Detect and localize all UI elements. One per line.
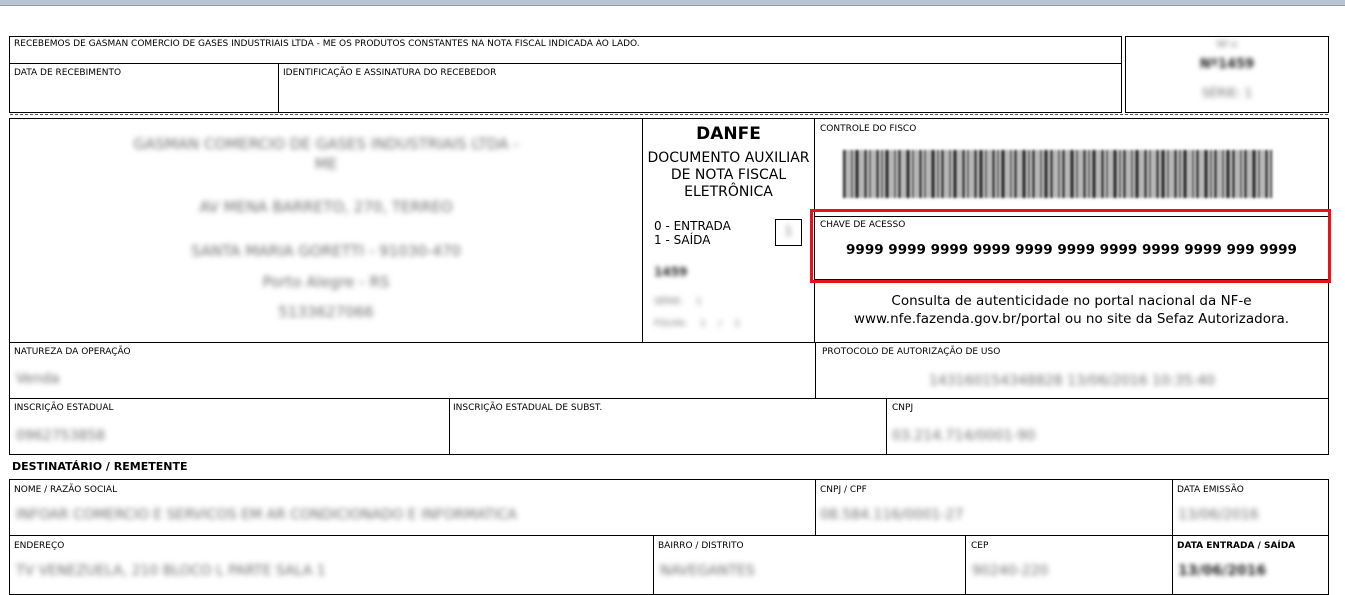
danfe-subtitle-line2: DE NOTA FISCAL — [670, 167, 787, 183]
emitter-name-line2: ME — [314, 155, 338, 173]
nature-label: NATUREZA DA OPERAÇÃO — [14, 347, 131, 357]
recipient-address-label: ENDEREÇO — [14, 541, 65, 551]
recipient-district-label: BAIRRO / DISTRITO — [658, 541, 744, 551]
emitter-address: AV MENA BARRETO, 270, TERREO — [199, 198, 453, 216]
emitter-name-line1: GASMAN COMERCIO DE GASES INDUSTRIAIS LTD… — [133, 135, 519, 153]
danfe-entry-label: 0 - ENTRADA — [654, 219, 731, 233]
fiscal-control-label: CONTROLE DO FISCO — [820, 124, 917, 134]
receipt-nfe-series: SÉRIE: 1 — [1201, 86, 1253, 100]
receipt-divider — [9, 63, 1122, 64]
cnpj-box — [886, 398, 1329, 455]
recipient-district-value: NAVEGANTES — [660, 563, 755, 579]
recipient-cnpj-value: 08.584.116/0001-27 — [820, 507, 964, 523]
danfe-series: SÉRIE: 1 — [654, 297, 702, 307]
protocol-value: 143160154348828 13/06/2016 10:35:40 — [928, 373, 1216, 389]
barcode-icon — [843, 150, 1305, 198]
danfe-number: 1459 — [654, 265, 688, 279]
danfe-subtitle-line1: DOCUMENTO AUXILIAR — [647, 150, 810, 166]
recipient-cnpj-label: CNPJ / CPF — [820, 485, 867, 495]
danfe-page: FOLHA: 1 / 1 — [654, 319, 741, 329]
recipient-name-value: INFOAR COMERCIO E SERVICOS EM AR CONDICI… — [16, 507, 517, 523]
recipient-emission-label: DATA EMISSÃO — [1177, 485, 1244, 495]
recipient-entry-exit-value: 13/06/2016 — [1178, 563, 1267, 579]
recipient-address-value: TV VENEZUELA, 210 BLOCO L PARTE SALA 1 — [16, 563, 326, 579]
ie-value: 0962753858 — [16, 428, 106, 444]
recipient-cep-label: CEP — [971, 541, 989, 551]
receipt-nfe-label: NF-e — [1216, 40, 1238, 50]
consult-line2: www.nfe.fazenda.gov.br/portal ou no site… — [853, 311, 1290, 327]
emitter-phone: 5133627066 — [278, 303, 374, 321]
danfe-exit-label: 1 - SAÍDA — [654, 233, 711, 247]
recipient-name-label: NOME / RAZÃO SOCIAL — [14, 485, 118, 495]
receipt-signature-label: IDENTIFICAÇÃO E ASSINATURA DO RECEBEDOR — [283, 68, 497, 78]
recipient-cep-value: 90240-220 — [972, 563, 1049, 579]
nature-value: Venda — [16, 371, 60, 387]
receipt-date-label: DATA DE RECEBIMENTO — [14, 68, 122, 78]
ie-label: INSCRIÇÃO ESTADUAL — [14, 403, 114, 413]
cnpj-value: 03.214.714/0001-90 — [892, 428, 1036, 444]
receipt-header: RECEBEMOS DE GASMAN COMERCIO DE GASES IN… — [14, 39, 640, 49]
receipt-col-divider — [278, 63, 279, 113]
recipient-emission-value: 13/06/2016 — [1178, 507, 1259, 523]
receipt-nfe-number: Nº1459 — [1199, 57, 1255, 72]
ie-subst-label: INSCRIÇÃO ESTADUAL DE SUBST. — [453, 403, 603, 413]
consult-line1: Consulta de autenticidade no portal naci… — [891, 293, 1252, 309]
recipient-section-title: DESTINATÁRIO / REMETENTE — [12, 460, 188, 473]
emitter-city: Porto Alegre - RS — [262, 273, 390, 291]
danfe-type-value: 1 — [784, 224, 793, 238]
danfe-subtitle-line3: ELETRÔNICA — [684, 184, 773, 200]
recipient-entry-exit-label: DATA ENTRADA / SAÍDA — [1177, 541, 1296, 551]
cnpj-label: CNPJ — [892, 403, 914, 413]
protocol-label: PROTOCOLO DE AUTORIZAÇÃO DE USO — [822, 347, 1001, 357]
access-key-label: CHAVE DE ACESSO — [820, 220, 906, 230]
viewer-top-bar — [0, 0, 1345, 6]
access-key-value: 9999 9999 9999 9999 9999 9999 9999 9999 … — [846, 242, 1297, 258]
cut-line — [10, 114, 1328, 115]
danfe-title: DANFE — [696, 124, 761, 144]
emitter-district: SANTA MARIA GORETTI - 91030-470 — [191, 242, 461, 260]
